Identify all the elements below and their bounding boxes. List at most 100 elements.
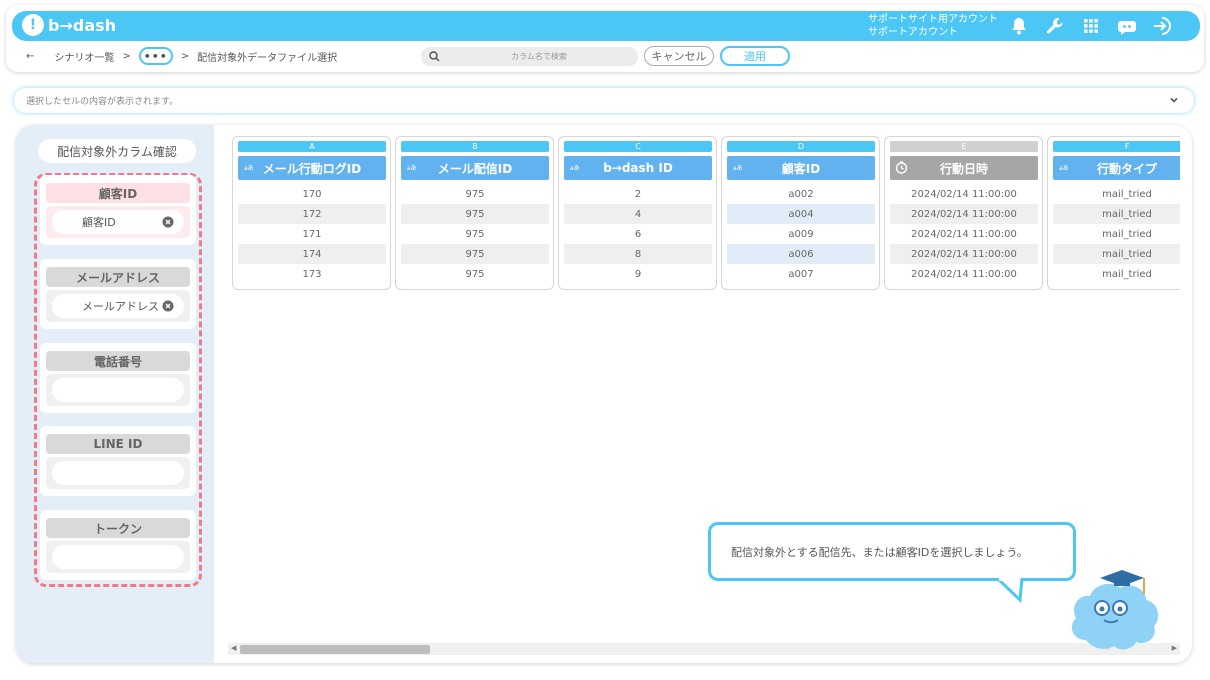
- group-drop-zone[interactable]: [46, 374, 190, 406]
- column-group: トークン: [40, 510, 196, 580]
- column-header[interactable]: aあ 顧客ID: [727, 156, 875, 180]
- text-type-icon: aあ: [1059, 165, 1069, 172]
- table-column[interactable]: Baあ メール配信ID 975 975 975 975 975: [395, 136, 554, 290]
- wrench-icon[interactable]: [1044, 16, 1066, 36]
- table-cell[interactable]: a004: [727, 204, 875, 224]
- group-value-chip[interactable]: [52, 545, 184, 569]
- column-letter: F: [1053, 141, 1180, 152]
- table-cell[interactable]: mail_tried: [1053, 204, 1180, 224]
- search-icon: [429, 51, 440, 62]
- group-drop-zone[interactable]: [46, 541, 190, 573]
- table-column[interactable]: Faあ 行動タイプ mail_tried mail_tried mail_tried ma…: [1047, 136, 1180, 290]
- cancel-button[interactable]: キャンセル: [644, 46, 714, 66]
- table-cell[interactable]: a007: [727, 264, 875, 284]
- group-value-chip[interactable]: メールアドレス: [52, 294, 184, 318]
- top-bar: ! b→dash サポートサイト用アカウント サポートアカウント: [12, 11, 1200, 41]
- table-column[interactable]: Daあ 顧客ID a002 a004 a009 a006 a007: [721, 136, 880, 290]
- text-type-icon: aあ: [407, 165, 417, 172]
- table-cell[interactable]: 2024/02/14 11:00:00: [890, 224, 1038, 244]
- column-letter: A: [238, 141, 386, 152]
- table-cell[interactable]: mail_tried: [1053, 224, 1180, 244]
- back-arrow-icon[interactable]: ←: [26, 51, 34, 62]
- table-cell[interactable]: 975: [401, 184, 549, 204]
- logo[interactable]: ! b→dash: [22, 14, 116, 36]
- column-search-input[interactable]: カラム名で検索: [421, 47, 638, 66]
- group-label: 顧客ID: [46, 183, 190, 203]
- column-name: 行動日時: [939, 161, 988, 176]
- group-label: トークン: [46, 518, 190, 538]
- scroll-right-icon[interactable]: ▶: [1172, 644, 1177, 652]
- table-column[interactable]: Caあ b→dash ID 2 4 6 8 9: [558, 136, 717, 290]
- table-cell[interactable]: a006: [727, 244, 875, 264]
- column-letter: C: [564, 141, 712, 152]
- column-group: 電話番号: [40, 343, 196, 413]
- chevron-down-icon[interactable]: [1168, 94, 1180, 106]
- column-header[interactable]: aあ メール配信ID: [401, 156, 549, 180]
- table-cell[interactable]: 2024/02/14 11:00:00: [890, 244, 1038, 264]
- column-letter: E: [890, 141, 1038, 152]
- scroll-left-icon[interactable]: ◀: [231, 644, 236, 652]
- breadcrumb-more-button[interactable]: •••: [138, 47, 173, 65]
- group-drop-zone[interactable]: 顧客ID: [46, 206, 190, 238]
- table-column[interactable]: E 行動日時 2024/02/14 11:00:00 2024/02/14 11:00…: [884, 136, 1043, 290]
- text-type-icon: aあ: [570, 165, 580, 172]
- group-value-chip[interactable]: 顧客ID: [52, 210, 184, 234]
- table-cell[interactable]: mail_tried: [1053, 184, 1180, 204]
- table-cell[interactable]: 6: [564, 224, 712, 244]
- grid-icon[interactable]: [1080, 16, 1102, 36]
- table-cell[interactable]: 2024/02/14 11:00:00: [890, 264, 1038, 284]
- group-value-chip[interactable]: [52, 378, 184, 402]
- column-header[interactable]: 行動日時: [890, 156, 1038, 180]
- horizontal-scrollbar[interactable]: ◀ ▶: [228, 643, 1180, 655]
- column-name: メール行動ログID: [262, 161, 362, 176]
- scrollbar-thumb[interactable]: [240, 645, 430, 654]
- bot-icon[interactable]: [1116, 16, 1138, 36]
- column-name: 行動タイプ: [1096, 161, 1157, 176]
- table-cell[interactable]: a009: [727, 224, 875, 244]
- table-cell[interactable]: 2024/02/14 11:00:00: [890, 184, 1038, 204]
- table-cell[interactable]: 4: [564, 204, 712, 224]
- column-letter: D: [727, 141, 875, 152]
- cell-preview-bar[interactable]: 選択したセルの内容が表示されます。: [14, 88, 1194, 113]
- bell-icon[interactable]: [1008, 16, 1030, 36]
- table-cell[interactable]: 9: [564, 264, 712, 284]
- breadcrumb-separator: >: [180, 50, 190, 62]
- table-cell[interactable]: 171: [238, 224, 386, 244]
- remove-icon[interactable]: [162, 300, 174, 312]
- column-header[interactable]: aあ メール行動ログID: [238, 156, 386, 180]
- logo-mark-icon: !: [22, 14, 44, 36]
- table-cell[interactable]: mail_tried: [1053, 264, 1180, 284]
- table-cell[interactable]: 975: [401, 204, 549, 224]
- group-drop-zone[interactable]: メールアドレス: [46, 290, 190, 322]
- table-cell[interactable]: a002: [727, 184, 875, 204]
- column-header[interactable]: aあ 行動タイプ: [1053, 156, 1180, 180]
- table-cell[interactable]: 8: [564, 244, 712, 264]
- account-info[interactable]: サポートサイト用アカウント サポートアカウント: [868, 13, 998, 39]
- column-letter: B: [401, 141, 549, 152]
- breadcrumb: ← シナリオ一覧 > ••• > 配信対象外データファイル選択: [26, 46, 337, 66]
- group-value-chip[interactable]: [52, 461, 184, 485]
- table-cell[interactable]: 174: [238, 244, 386, 264]
- breadcrumb-scenario-list[interactable]: シナリオ一覧: [54, 49, 114, 64]
- tip-text: 配信対象外とする配信先、または顧客IDを選択しましょう。: [731, 545, 1028, 559]
- table-cell[interactable]: 2024/02/14 11:00:00: [890, 204, 1038, 224]
- column-name: 顧客ID: [781, 161, 821, 176]
- group-drop-zone[interactable]: [46, 457, 190, 489]
- column-group: LINE ID: [40, 426, 196, 496]
- table-cell[interactable]: 173: [238, 264, 386, 284]
- table-cell[interactable]: 170: [238, 184, 386, 204]
- logout-icon[interactable]: [1152, 16, 1174, 36]
- table-column[interactable]: Aaあ メール行動ログID 170 172 171 174 173: [232, 136, 391, 290]
- apply-button[interactable]: 適用: [720, 46, 790, 66]
- column-name: メール配信ID: [437, 161, 513, 176]
- text-type-icon: aあ: [733, 165, 743, 172]
- table-cell[interactable]: 975: [401, 264, 549, 284]
- table-cell[interactable]: 975: [401, 244, 549, 264]
- table-cell[interactable]: 975: [401, 224, 549, 244]
- bubble-tail: [996, 578, 1024, 604]
- remove-icon[interactable]: [162, 216, 174, 228]
- table-cell[interactable]: 2: [564, 184, 712, 204]
- column-header[interactable]: aあ b→dash ID: [564, 156, 712, 180]
- table-cell[interactable]: 172: [238, 204, 386, 224]
- table-cell[interactable]: mail_tried: [1053, 244, 1180, 264]
